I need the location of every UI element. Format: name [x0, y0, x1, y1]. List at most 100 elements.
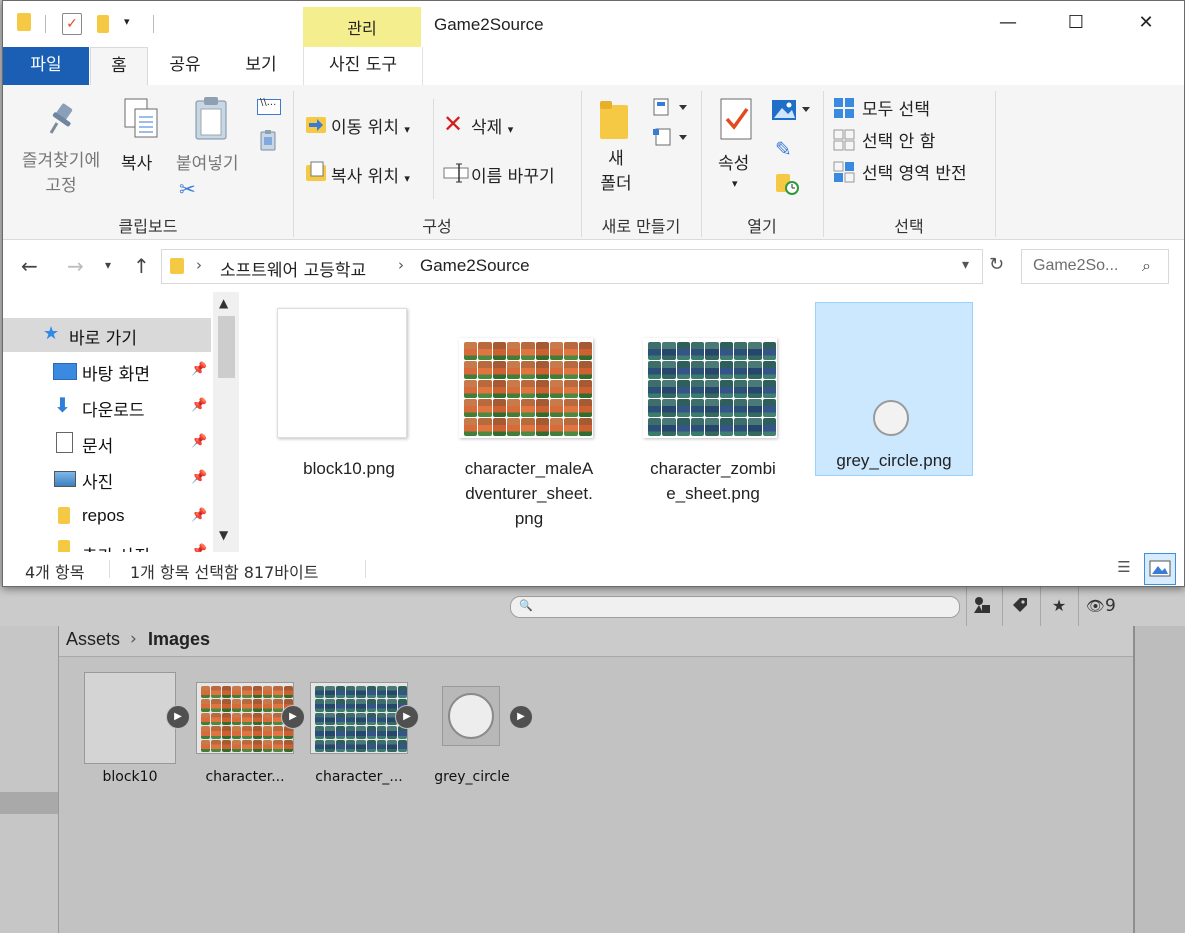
paste-button[interactable]: 붙여넣기 [176, 149, 239, 174]
invert-selection-icon [833, 161, 855, 187]
breadcrumb-images[interactable]: Images [148, 629, 210, 650]
file-item-male-adventurer[interactable]: character_maleA dventurer_sheet. png [451, 302, 607, 528]
file-list[interactable]: block10.png character_maleA dventurer_sh… [239, 292, 1184, 552]
sprite-frame [762, 418, 776, 436]
minimize-button[interactable]: — [985, 1, 1031, 47]
sidebar-item-pictures[interactable]: 사진 📌 [3, 462, 211, 496]
cut-icon[interactable]: ✂ [179, 177, 196, 201]
copy-button[interactable]: 복사 [121, 149, 152, 174]
sprite-frame [242, 699, 252, 712]
pin-icon[interactable]: 📌 [191, 434, 207, 449]
sprite-frame [221, 699, 231, 712]
tab-home[interactable]: 홈 [90, 47, 148, 85]
close-button[interactable]: ✕ [1123, 1, 1169, 47]
asset-thumb-grey-circle[interactable] [442, 686, 500, 746]
file-item-zombie[interactable]: character_zombi e_sheet.png [635, 302, 791, 503]
filter-by-type-icon[interactable] [970, 594, 994, 618]
chevron-right-icon[interactable]: › [196, 256, 202, 274]
sprite-frame [242, 712, 252, 726]
pin-icon[interactable]: 📌 [191, 470, 207, 485]
move-to-button[interactable]: 이동 위치 ▾ [331, 113, 410, 138]
new-folder-button[interactable]: 새 폴더 [599, 147, 633, 197]
details-view-icon[interactable]: ☰ [1113, 558, 1135, 580]
sidebar-item-downloads[interactable]: ⬇ 다운로드 📌 [3, 390, 211, 424]
pin-icon[interactable]: 📌 [191, 362, 207, 377]
sprite-frame [549, 342, 564, 360]
favorite-star-icon[interactable]: ★ [1047, 594, 1071, 618]
select-all-button[interactable]: 모두 선택 [862, 95, 930, 120]
recent-locations-chevron-icon[interactable]: ▾ [105, 258, 111, 272]
sidebar-item-desktop[interactable]: 바탕 화면 📌 [3, 354, 211, 388]
open-image-icon[interactable] [771, 99, 813, 125]
select-none-icon [833, 129, 855, 155]
asset-thumb-zombie[interactable] [310, 682, 408, 754]
new-item-icon[interactable] [653, 97, 689, 121]
pin-icon[interactable]: 📌 [191, 544, 207, 552]
sprite-frame [221, 712, 231, 726]
pin-icon[interactable]: 📌 [191, 398, 207, 413]
breadcrumb-assets[interactable]: Assets [66, 629, 120, 650]
expand-sprite-button[interactable]: ▶ [166, 705, 190, 729]
scrollbar-thumb[interactable] [218, 316, 235, 378]
pin-icon[interactable]: 📌 [191, 508, 207, 523]
properties-check-icon[interactable]: ✓ [62, 13, 82, 35]
breadcrumb-school[interactable]: 소프트웨어 고등학교 [220, 256, 366, 281]
asset-thumb-male-adventurer[interactable] [196, 682, 294, 754]
up-arrow-icon[interactable]: ↑ [133, 254, 150, 278]
refresh-icon[interactable]: ↻ [989, 254, 1004, 275]
tab-share[interactable]: 공유 [153, 47, 217, 85]
invert-selection-button[interactable]: 선택 영역 반전 [862, 159, 967, 184]
expand-sprite-button[interactable]: ▶ [281, 705, 305, 729]
pin-to-quick-access-button[interactable]: 즐겨찾기에 고정 [16, 149, 106, 199]
scroll-up-icon[interactable]: ▲ [219, 296, 228, 310]
copy-path-icon[interactable]: \\... [257, 97, 281, 115]
select-none-button[interactable]: 선택 안 함 [862, 127, 935, 152]
back-arrow-icon[interactable]: ← [21, 254, 38, 278]
sprite-frame [231, 699, 242, 712]
expand-sprite-button[interactable]: ▶ [509, 705, 533, 729]
asset-thumb-block10[interactable] [84, 672, 176, 764]
chevron-down-icon: ▾ [507, 123, 514, 136]
filter-by-label-icon[interactable] [1008, 594, 1032, 618]
breadcrumb-game2source[interactable]: Game2Source [420, 256, 530, 276]
ribbon: 즐겨찾기에 고정 복사 붙여넣기 \\... ✂ 클립보드 이동 위치 ▾ 복사 … [3, 85, 1184, 240]
expand-sprite-button[interactable]: ▶ [395, 705, 419, 729]
file-item-grey-circle[interactable]: grey_circle.png [815, 302, 973, 476]
edit-pencil-icon[interactable]: ✎ [775, 137, 792, 161]
chevron-down-icon[interactable]: ▾ [732, 177, 738, 190]
maximize-button[interactable]: ☐ [1053, 1, 1099, 47]
sidebar-item-documents[interactable]: 문서 📌 [3, 426, 211, 460]
scroll-down-icon[interactable]: ▼ [219, 528, 228, 542]
address-bar[interactable]: › 소프트웨어 고등학교 › Game2Source ▾ [161, 249, 983, 284]
delete-button[interactable]: 삭제 ▾ [471, 113, 513, 138]
hidden-packages-toggle[interactable]: 👁9 [1086, 594, 1126, 618]
copy-to-button[interactable]: 복사 위치 ▾ [331, 162, 410, 187]
large-icons-view-icon[interactable] [1144, 553, 1176, 585]
scrollbar[interactable]: ▲ ▼ [213, 292, 239, 552]
selected-folder-row[interactable] [0, 792, 58, 814]
sidebar-item-quick-access[interactable]: ★ 바로 가기 [3, 318, 211, 352]
chevron-right-icon[interactable]: › [398, 256, 404, 274]
paste-shortcut-icon[interactable] [260, 129, 276, 155]
history-icon[interactable] [775, 173, 799, 199]
unity-search-input[interactable]: 🔍 [510, 596, 960, 618]
title-bar[interactable]: ✓ ▾ 관리 Game2Source — ☐ ✕ [3, 1, 1184, 47]
unity-folder-tree[interactable] [0, 626, 59, 933]
sidebar-item-extra-photos[interactable]: 추가 사진 📌 [3, 536, 211, 552]
file-item-block10[interactable]: block10.png [271, 302, 427, 478]
tab-picture-tools[interactable]: 사진 도구 [303, 47, 423, 85]
sidebar-item-repos[interactable]: repos 📌 [3, 500, 211, 534]
new-folder-icon[interactable] [97, 15, 109, 33]
forward-arrow-icon[interactable]: → [67, 254, 84, 278]
quick-access-dropdown[interactable]: ▾ [124, 15, 130, 28]
sprite-frame [690, 399, 705, 417]
search-input[interactable]: Game2So... ⌕ [1021, 249, 1169, 284]
easy-access-icon[interactable] [653, 127, 689, 151]
sprite-frame [366, 726, 376, 739]
tab-view[interactable]: 보기 [229, 47, 293, 85]
properties-button[interactable]: 속성 [718, 149, 749, 174]
tab-file[interactable]: 파일 [3, 47, 89, 85]
chevron-down-icon[interactable]: ▾ [962, 257, 969, 273]
rename-button[interactable]: 이름 바꾸기 [471, 162, 555, 187]
sprite-frame [762, 399, 776, 417]
